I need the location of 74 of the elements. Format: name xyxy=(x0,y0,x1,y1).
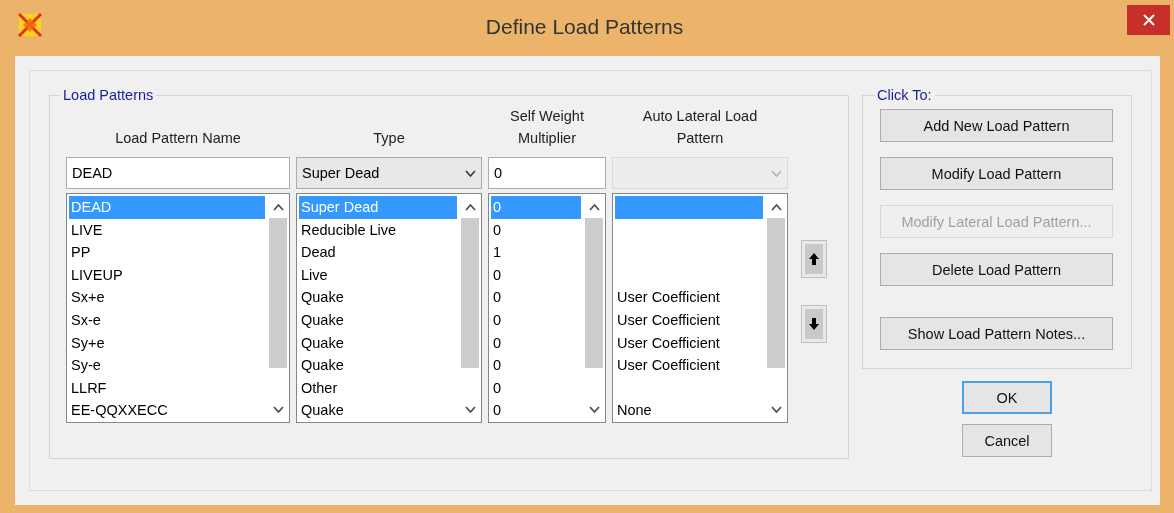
list-item[interactable]: LLRF xyxy=(69,376,265,400)
app-logo-icon xyxy=(18,13,42,37)
list-item[interactable]: Quake xyxy=(299,286,457,309)
scrollbar-thumb[interactable] xyxy=(461,218,479,368)
down-arrow-icon xyxy=(808,317,820,331)
move-up-button[interactable] xyxy=(801,240,827,278)
dialog-button[interactable]: OK xyxy=(962,381,1052,414)
list-item[interactable]: Sy+e xyxy=(69,331,265,355)
list-item[interactable]: Reducible Live xyxy=(299,218,457,242)
list-item[interactable]: 0 xyxy=(491,263,581,287)
multiplier-field[interactable]: 0 xyxy=(488,157,606,189)
list-item[interactable]: Other xyxy=(299,376,457,400)
dropdown-caret-icon xyxy=(771,168,782,178)
scroll-up-icon xyxy=(272,202,284,212)
list-box[interactable]: DEAD LIVE PP LIVEUP Sx+e Sx-e Sy+e Sy-e LLRF EE-QQXXECC xyxy=(66,193,290,423)
list-item[interactable]: EE-QQXXECC xyxy=(69,399,265,422)
list-item[interactable]: LIVE xyxy=(69,218,265,242)
list-item[interactable]: 0 xyxy=(491,308,581,332)
list-item[interactable]: Sx-e xyxy=(69,308,265,332)
list-item[interactable]: 0 xyxy=(491,218,581,242)
list-box[interactable]: Super Dead Reducible Live Dead Live Quake Quake Quake Quake Other Quake xyxy=(296,193,482,423)
scroll-down-icon xyxy=(272,404,284,414)
column-header: Type xyxy=(373,129,405,148)
list-box[interactable]: User Coefficient User Coefficient User Coefficient User Coefficient None xyxy=(612,193,788,423)
group-label: Click To: xyxy=(876,87,933,103)
column-header: Auto Lateral Load Pattern xyxy=(641,107,759,148)
name-field[interactable]: DEAD xyxy=(66,157,290,189)
list-item[interactable]: User Coefficient xyxy=(615,286,763,309)
scroll-down-icon xyxy=(588,404,600,414)
list-item[interactable]: 1 xyxy=(491,241,581,264)
action-button[interactable]: Delete Load Pattern xyxy=(880,253,1113,286)
list-item[interactable]: None xyxy=(615,399,763,422)
action-button[interactable]: Add New Load Pattern xyxy=(880,109,1113,142)
scrollbar-thumb[interactable] xyxy=(585,218,603,368)
list-box[interactable]: 0 0 1 0 0 0 0 0 0 0 xyxy=(488,193,606,423)
list-item[interactable]: 0 xyxy=(491,354,581,377)
column-header: Self Weight Multiplier xyxy=(509,107,585,148)
move-down-button[interactable] xyxy=(801,305,827,343)
list-item[interactable]: Quake xyxy=(299,308,457,332)
list-item[interactable]: Quake xyxy=(299,399,457,422)
window-title: Define Load Patterns xyxy=(484,15,685,39)
list-item[interactable]: 0 xyxy=(491,331,581,355)
list-item[interactable]: Quake xyxy=(299,331,457,355)
list-item[interactable]: 0 xyxy=(491,399,581,422)
scroll-down-icon xyxy=(770,404,782,414)
list-item[interactable]: LIVEUP xyxy=(69,263,265,287)
scroll-up-icon xyxy=(588,202,600,212)
close-button[interactable] xyxy=(1127,5,1170,35)
list-item[interactable]: Dead xyxy=(299,241,457,264)
list-item[interactable] xyxy=(615,196,763,219)
type-dropdown[interactable]: Super Dead xyxy=(296,157,482,189)
list-item[interactable]: User Coefficient xyxy=(615,308,763,332)
list-item[interactable]: 0 xyxy=(491,376,581,400)
action-button[interactable]: Modify Load Pattern xyxy=(880,157,1113,190)
scroll-up-icon xyxy=(770,202,782,212)
list-item[interactable]: Quake xyxy=(299,354,457,377)
list-item[interactable]: User Coefficient xyxy=(615,354,763,377)
list-item[interactable]: 0 xyxy=(491,286,581,309)
group-label: Load Patterns xyxy=(62,87,155,103)
dialog-button[interactable]: Cancel xyxy=(962,424,1052,457)
action-button[interactable]: Show Load Pattern Notes... xyxy=(880,317,1113,350)
close-icon xyxy=(1142,14,1155,26)
up-arrow-icon xyxy=(808,252,820,266)
list-item[interactable]: Sx+e xyxy=(69,286,265,309)
scroll-up-icon xyxy=(464,202,476,212)
list-item[interactable]: User Coefficient xyxy=(615,331,763,355)
dropdown-caret-icon xyxy=(465,168,476,178)
scrollbar-thumb[interactable] xyxy=(269,218,287,368)
list-item[interactable]: PP xyxy=(69,241,265,264)
list-item[interactable]: Sy-e xyxy=(69,354,265,377)
scrollbar-thumb[interactable] xyxy=(767,218,785,368)
list-item[interactable]: Live xyxy=(299,263,457,287)
scroll-down-icon xyxy=(464,404,476,414)
column-header: Load Pattern Name xyxy=(115,129,241,148)
